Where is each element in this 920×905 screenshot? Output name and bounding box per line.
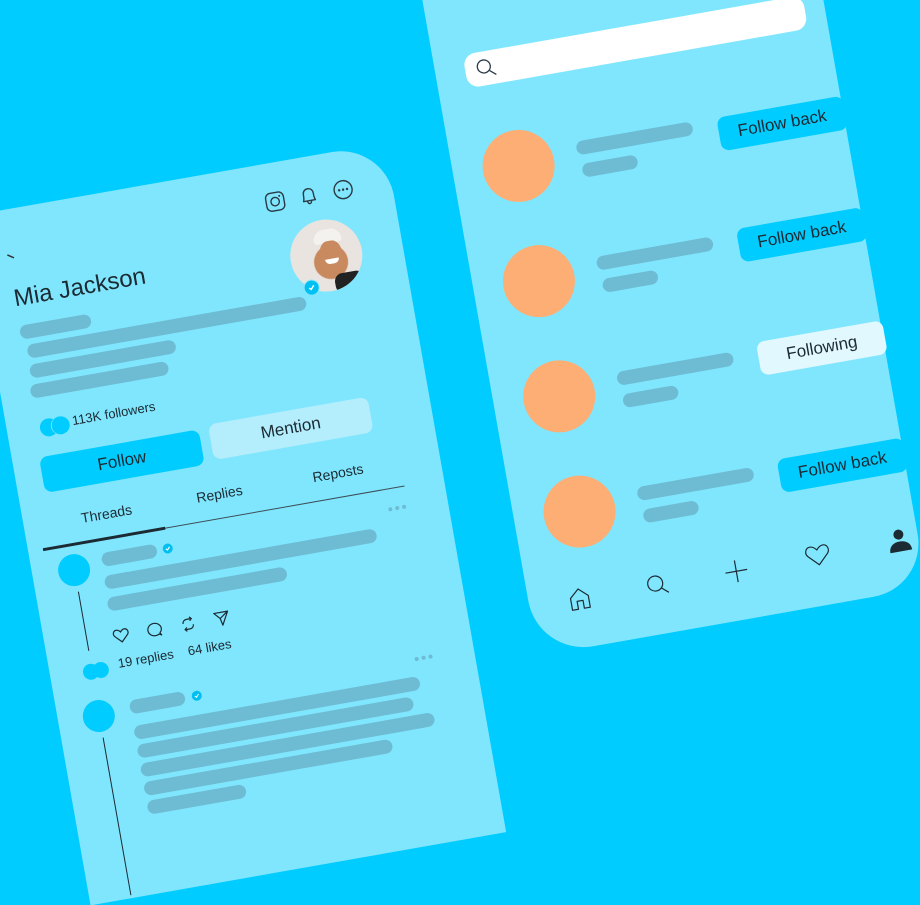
profile-screen: Mia Jackson 113K followers Follow Mentio… — [0, 142, 507, 905]
thread-line — [77, 591, 90, 651]
heart-icon[interactable] — [111, 626, 132, 647]
user-name — [615, 351, 735, 386]
list-item[interactable]: Follow back — [447, 73, 849, 212]
mention-button[interactable]: Mention — [207, 396, 374, 461]
bell-icon[interactable] — [296, 183, 321, 208]
profile-icon[interactable] — [884, 525, 914, 555]
post-more-icon[interactable] — [388, 504, 407, 512]
profile-name: Mia Jackson — [11, 262, 148, 313]
follow-button[interactable]: Follow — [39, 429, 205, 493]
tab-reposts[interactable]: Reposts — [311, 461, 364, 486]
send-icon[interactable] — [211, 608, 232, 629]
likes-count[interactable]: 64 likes — [187, 636, 233, 658]
user-avatar[interactable] — [497, 239, 581, 323]
follower-avatars — [38, 414, 73, 439]
post-author — [128, 690, 187, 715]
tab-replies[interactable]: Replies — [195, 482, 244, 506]
following-button[interactable]: Following — [755, 320, 888, 376]
reply-avatars — [81, 660, 115, 683]
user-avatar[interactable] — [517, 354, 601, 439]
search-icon[interactable] — [642, 570, 672, 600]
verified-badge — [161, 542, 174, 555]
user-name — [595, 236, 715, 271]
avatar[interactable] — [284, 213, 369, 298]
search-input[interactable] — [502, 0, 797, 80]
user-handle — [621, 384, 680, 409]
replies-count[interactable]: 19 replies — [117, 646, 175, 671]
post-avatar[interactable] — [55, 551, 93, 589]
heart-icon[interactable] — [802, 540, 834, 570]
post-avatar[interactable] — [80, 697, 118, 735]
followers-count[interactable]: 113K followers — [71, 399, 157, 428]
user-name — [575, 121, 694, 156]
search-icon — [473, 55, 498, 80]
instagram-icon[interactable] — [262, 189, 287, 214]
home-icon[interactable] — [565, 584, 595, 614]
list-item[interactable]: Follow back — [468, 189, 870, 328]
thread-line — [102, 737, 132, 896]
repost-icon[interactable] — [178, 614, 199, 635]
back-icon[interactable] — [6, 253, 15, 260]
user-name — [636, 466, 755, 502]
plus-icon[interactable] — [721, 556, 751, 586]
follow-back-button[interactable]: Follow back — [776, 437, 909, 494]
user-handle — [642, 499, 700, 524]
user-avatar[interactable] — [537, 469, 622, 554]
search-bar[interactable] — [462, 0, 809, 89]
more-icon[interactable] — [330, 177, 355, 202]
user-avatar[interactable] — [476, 124, 561, 208]
post-author — [100, 543, 159, 568]
follow-back-button[interactable]: Follow back — [735, 206, 868, 263]
tab-threads[interactable]: Threads — [80, 501, 133, 526]
list-item[interactable]: Following — [488, 304, 890, 443]
user-handle — [601, 269, 660, 294]
user-handle — [581, 154, 639, 178]
post-more-icon[interactable] — [414, 654, 433, 662]
follow-back-button[interactable]: Follow back — [716, 95, 849, 152]
activity-screen: Follow back Follow back Following Follow… — [406, 0, 920, 656]
comment-icon[interactable] — [144, 620, 165, 641]
verified-badge — [190, 689, 203, 702]
